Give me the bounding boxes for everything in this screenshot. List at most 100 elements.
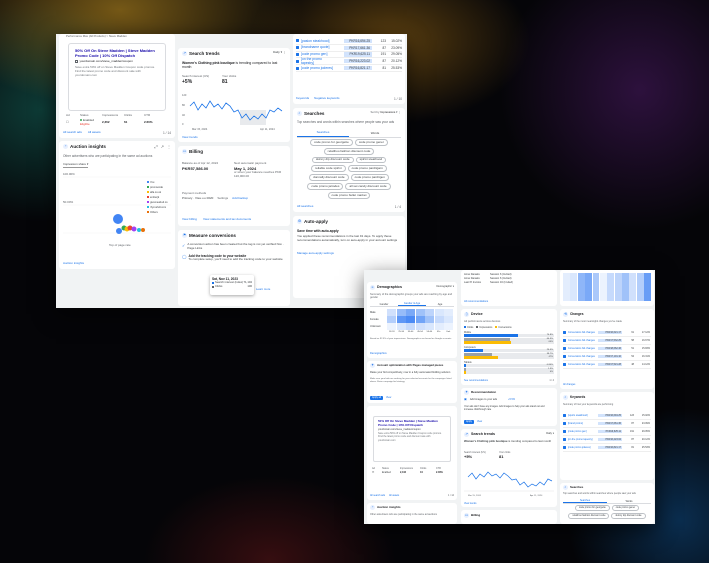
trends-menu[interactable]: Daily ▾ ⋮: [273, 50, 286, 55]
keyword-text[interactable]: [on the promo tapestry]: [301, 57, 335, 66]
search-chip[interactable]: relatihoo fashion discount code: [323, 147, 375, 155]
device-pager[interactable]: 1 / 4: [549, 379, 554, 382]
bubble-you-small[interactable]: [116, 228, 122, 234]
demo-cell[interactable]: [396, 323, 406, 330]
all-assets-link-front[interactable]: All assets: [389, 494, 399, 497]
bubble-5[interactable]: [131, 226, 137, 232]
trend-icon[interactable]: ↗: [161, 144, 164, 149]
demo-cell[interactable]: [425, 323, 434, 330]
view-rec-button[interactable]: View: [477, 420, 482, 423]
demo-cell[interactable]: [406, 309, 415, 316]
row-check-icon[interactable]: [296, 59, 299, 63]
row-check-icon[interactable]: [296, 66, 299, 70]
demographic-menu[interactable]: Demographic ▾: [437, 285, 454, 288]
search-chip-front[interactable]: code promo for georgette: [574, 505, 610, 511]
row-check-icon[interactable]: [563, 363, 566, 366]
demo-cell[interactable]: [425, 316, 434, 323]
auction-link[interactable]: Auction insights: [63, 261, 84, 266]
searches-pager[interactable]: 1 / 4: [395, 205, 401, 209]
metric-row[interactable]: [brand promo] PKR17,661.36 87 23.09%: [563, 420, 651, 428]
keyword-row[interactable]: [on the promo tapestry] PKR16,223.02 87 20.…: [296, 57, 402, 66]
all-assets-link[interactable]: All assets: [88, 130, 101, 135]
demo-cell[interactable]: [387, 323, 396, 330]
row-check-icon[interactable]: [563, 430, 566, 433]
device-row[interactable]: Mobile 74.8% 64.3% 65%: [464, 331, 554, 344]
bubble-6[interactable]: [137, 228, 141, 232]
ad-pager-front[interactable]: 1 / 14: [448, 494, 454, 497]
legend-impr[interactable]: Impressions: [476, 326, 492, 329]
negative-keywords-link[interactable]: Negative keywords: [314, 96, 339, 101]
ad-check[interactable]: ☐: [66, 120, 80, 125]
search-chip[interactable]: skinny dip discount code: [311, 156, 354, 164]
device-row[interactable]: Computers 26.5% 38.7% 47%: [464, 346, 554, 359]
bubble-7[interactable]: [141, 228, 145, 232]
tab-searches-front[interactable]: Searches: [563, 499, 607, 504]
row-check-icon[interactable]: [563, 339, 566, 342]
metric-row[interactable]: Conversions bid changes PKR18,662.46 51 15.…: [563, 345, 651, 353]
search-chip[interactable]: all set candy discount code: [345, 183, 391, 190]
ad-pager[interactable]: 1 / 14: [163, 131, 171, 135]
expand-icon[interactable]: ⤢: [154, 144, 157, 149]
row-check-icon[interactable]: [563, 438, 566, 441]
ad-title-front[interactable]: 50% Off On Steve Madden | Steve Madden P…: [378, 419, 446, 427]
demo-cell[interactable]: [434, 316, 444, 323]
all-changes-link[interactable]: All changes: [563, 383, 575, 386]
demo-cell[interactable]: [387, 309, 396, 316]
all-recommendations-link[interactable]: All recommendations: [464, 300, 488, 303]
demo-cell[interactable]: [406, 316, 415, 323]
row-check-icon[interactable]: [296, 46, 299, 50]
tab-gender[interactable]: Gender: [370, 303, 398, 306]
all-search-ads-link[interactable]: All search ads: [63, 130, 82, 135]
search-chip-front[interactable]: relatihoo fashion discount code: [568, 513, 610, 519]
demo-cell[interactable]: [396, 316, 406, 323]
row-check-icon[interactable]: [563, 446, 566, 449]
add-backup-link[interactable]: Add backup: [232, 196, 248, 201]
row-check-icon[interactable]: [296, 52, 299, 56]
metric-row[interactable]: [sports steakhood] PKR16,694.25 123 15.02%: [563, 412, 651, 420]
metric-row[interactable]: Conversions bid changes PKR17,532.25 58 16.…: [563, 337, 651, 345]
row-check-icon[interactable]: [563, 347, 566, 350]
metric-row[interactable]: [code promo joderes] PKR16,821.17 81 25.53%: [563, 444, 651, 452]
metric-row[interactable]: Conversions bid changes PKR17,101.10 54 16.…: [563, 353, 651, 361]
all-search-ads-link-front[interactable]: All search ads: [370, 494, 385, 497]
demo-cell[interactable]: [415, 316, 425, 323]
manage-autoapply-link[interactable]: Manage auto-apply settings: [297, 251, 334, 256]
view-trends-link-front[interactable]: View trends: [464, 502, 476, 505]
keyword-row[interactable]: [code promo joderes] PKR16,821.17 81 25.53%: [296, 65, 402, 72]
metric-row[interactable]: [code promo gen] PKR19,625.11 191 29.05%: [563, 428, 651, 436]
all-searches-link[interactable]: All searches: [297, 204, 313, 209]
demo-cell[interactable]: [434, 309, 444, 316]
demo-cell[interactable]: [387, 316, 396, 323]
demo-cell[interactable]: [396, 309, 406, 316]
search-chip-front[interactable]: code promo gener: [611, 505, 640, 511]
device-recs-link[interactable]: See recommendations: [464, 379, 488, 382]
demo-cell[interactable]: [415, 309, 425, 316]
keyword-text[interactable]: [brandname quote]: [301, 45, 335, 49]
view-button[interactable]: View: [386, 396, 391, 399]
search-chip[interactable]: code promo gener: [354, 139, 388, 146]
legend-conv[interactable]: Conversions: [495, 326, 512, 329]
row-check-icon[interactable]: [563, 422, 566, 425]
device-row[interactable]: Tablets 0.84% 1.3% 0%: [464, 361, 554, 374]
search-chip[interactable]: code promo pardrigarn: [347, 165, 387, 173]
search-chip[interactable]: code promo for georgette: [310, 139, 353, 146]
demographics-link[interactable]: Demographics: [370, 352, 387, 355]
apply-all-button[interactable]: Apply all: [370, 395, 384, 400]
more-icon[interactable]: ⋮: [167, 144, 171, 149]
tab-words-front[interactable]: Words: [607, 500, 651, 503]
tab-searches[interactable]: Searches: [297, 130, 349, 137]
demo-cell[interactable]: [425, 309, 434, 316]
learn-more-link[interactable]: Learn more: [256, 287, 270, 292]
ad-title[interactable]: 50% Off On Steve Madden | Steve Madden P…: [75, 48, 159, 58]
tab-words[interactable]: Words: [349, 131, 401, 137]
metric-row[interactable]: [on the promo tapestry] PKR16,223.02 87 20.…: [563, 436, 651, 444]
tab-age[interactable]: Age: [426, 303, 454, 306]
demo-cell[interactable]: [444, 323, 453, 330]
row-check-icon[interactable]: [563, 355, 566, 358]
metric-row[interactable]: Conversions bid changes PKR17,521.28 48 14.…: [563, 361, 651, 369]
demo-cell[interactable]: [415, 323, 425, 330]
row-check-icon[interactable]: [563, 414, 566, 417]
apply-button[interactable]: Apply: [464, 419, 474, 424]
keyword-text[interactable]: [pasion steakhood]: [301, 39, 335, 43]
keyword-row[interactable]: [pasion steakhood] PKR16,694.25 123 15.02%: [296, 38, 402, 45]
